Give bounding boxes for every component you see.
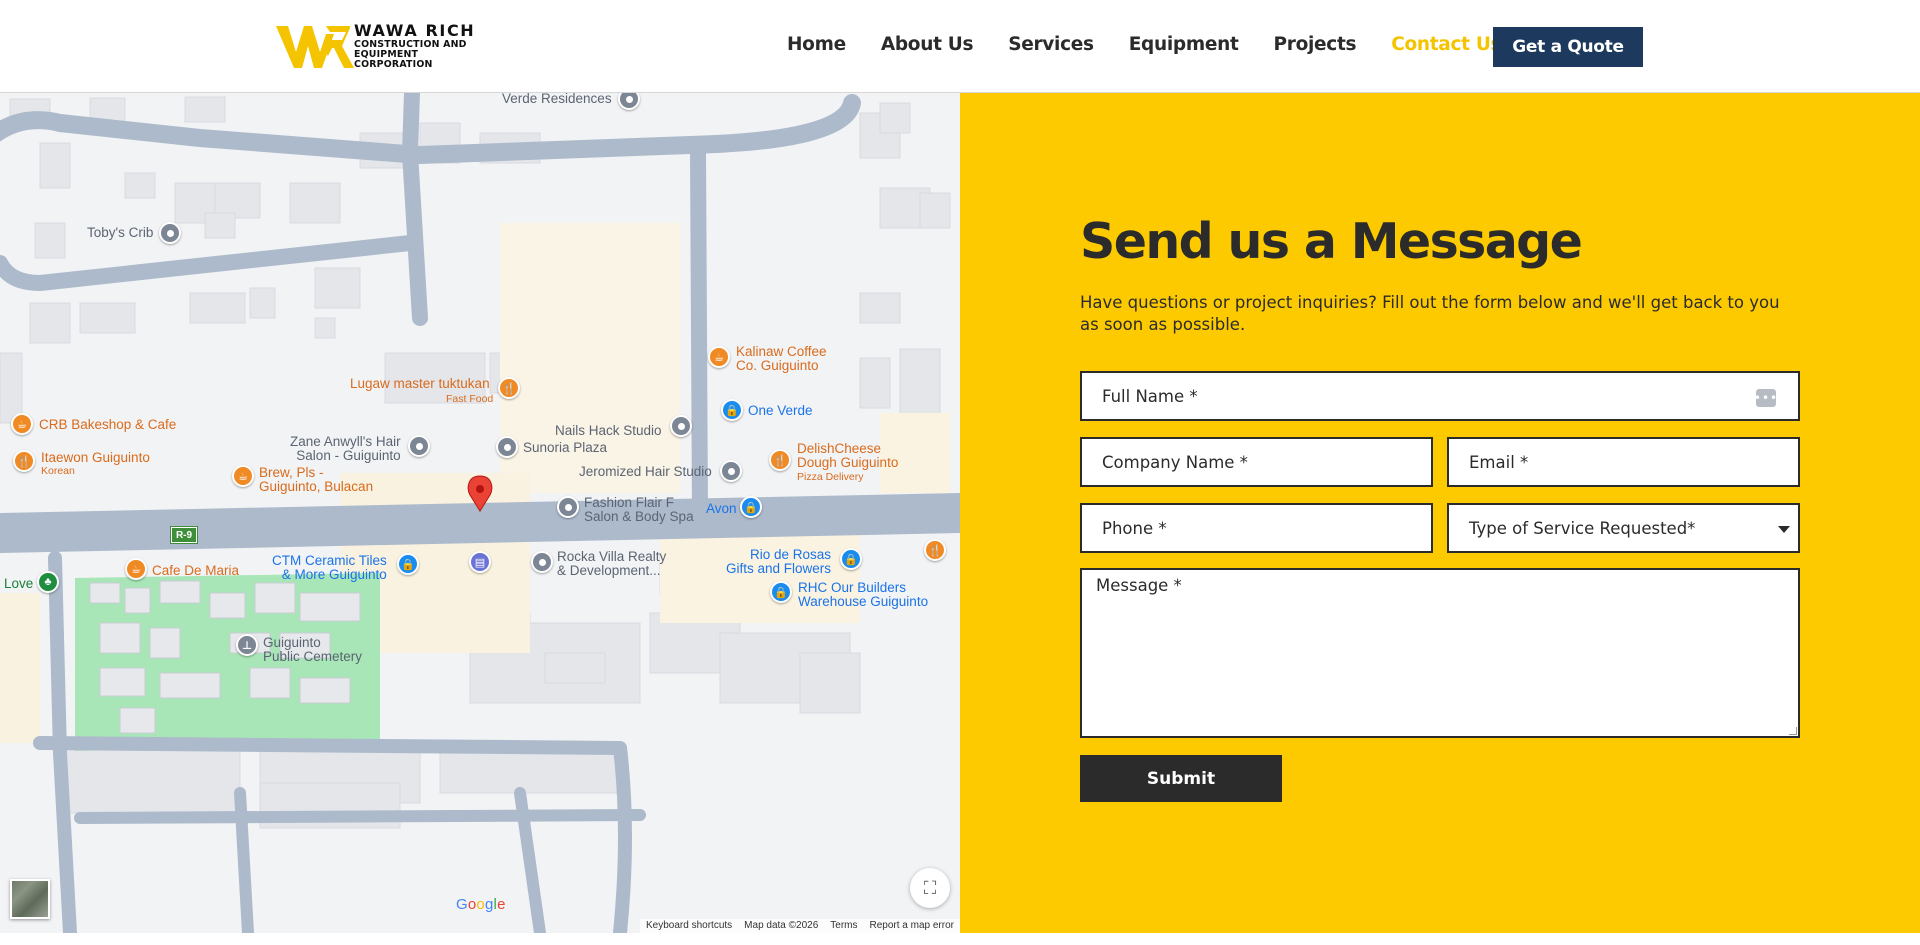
map-place-avon[interactable]: Avon: [706, 502, 737, 516]
place-marker-icon[interactable]: [557, 496, 579, 518]
restaurant-marker-icon[interactable]: 🍴: [924, 539, 946, 561]
main-nav: Home About Us Services Equipment Project…: [787, 34, 1502, 55]
cafe-marker-icon[interactable]: ☕: [125, 558, 147, 580]
map-fullscreen-button[interactable]: ⛶: [910, 868, 950, 908]
map-place-itaewon-category: Korean: [41, 465, 75, 477]
terms-link[interactable]: Terms: [830, 919, 857, 933]
shopping-marker-icon[interactable]: 🔒: [397, 553, 419, 575]
map-data-attribution: Map data ©2026: [744, 920, 819, 931]
report-map-error-link[interactable]: Report a map error: [870, 919, 954, 933]
page-bottom-edge: [0, 933, 1920, 945]
cafe-marker-icon[interactable]: ☕: [232, 465, 254, 487]
map-place-rocka-villa[interactable]: Rocka Villa Realty & Development...: [557, 550, 666, 578]
shopping-marker-icon[interactable]: 🔒: [740, 496, 762, 518]
nav-projects[interactable]: Projects: [1274, 34, 1357, 55]
company-name-field[interactable]: [1080, 437, 1433, 487]
map-place-delishcheese[interactable]: DelishCheese Dough Guiguinto: [797, 442, 898, 470]
place-marker-icon[interactable]: [159, 222, 181, 244]
phone-field[interactable]: [1080, 503, 1433, 553]
place-marker-icon[interactable]: [496, 436, 518, 458]
nav-services[interactable]: Services: [1008, 34, 1094, 55]
place-marker-icon[interactable]: [408, 435, 430, 457]
restaurant-marker-icon[interactable]: 🍴: [498, 377, 520, 399]
map-place-rhc-builders[interactable]: RHC Our Builders Warehouse Guiguinto: [798, 581, 928, 609]
business-marker-icon[interactable]: ▤: [469, 551, 491, 573]
submit-button[interactable]: Submit: [1080, 755, 1282, 802]
shopping-marker-icon[interactable]: 🔒: [840, 548, 862, 570]
map-place-itaewon[interactable]: Itaewon Guiguinto: [41, 451, 150, 465]
map-footer: Keyboard shortcuts Map data ©2026 Terms …: [640, 919, 960, 933]
map-place-zane-anwyll[interactable]: Zane Anwyll's Hair Salon - Guiguinto: [290, 435, 401, 463]
map-place-sunoria-plaza[interactable]: Sunoria Plaza: [523, 441, 607, 455]
autofill-icon[interactable]: •••: [1754, 389, 1777, 407]
brand-text: WAWA RICH CONSTRUCTION AND EQUIPMENT COR…: [354, 22, 490, 70]
restaurant-marker-icon[interactable]: 🍴: [769, 449, 791, 471]
wr-monogram-icon: [276, 26, 354, 68]
shopping-marker-icon[interactable]: 🔒: [721, 399, 743, 421]
map-place-guiguinto-cemetery[interactable]: Guiguinto Public Cemetery: [263, 636, 362, 664]
company-name-input[interactable]: [1102, 452, 1431, 472]
service-type-value: Type of Service Requested*: [1469, 518, 1696, 538]
nav-about-us[interactable]: About Us: [881, 34, 974, 55]
keyboard-shortcuts-link[interactable]: Keyboard shortcuts: [646, 919, 732, 933]
map-place-lugaw-category: Fast Food: [446, 393, 494, 405]
message-field[interactable]: [1080, 568, 1800, 738]
map-place-delishcheese-category: Pizza Delivery: [797, 471, 864, 483]
chevron-down-icon: [1778, 526, 1790, 533]
road-badge-r9: R-9: [170, 526, 198, 544]
expand-icon: ⛶: [923, 877, 937, 898]
resize-handle-icon[interactable]: [1789, 727, 1797, 735]
shopping-marker-icon[interactable]: 🔒: [770, 581, 792, 603]
map-place-brew-pls[interactable]: Brew, Pls - Guiguinto, Bulacan: [259, 466, 373, 494]
contact-form-panel: Send us a Message Have questions or proj…: [960, 93, 1920, 933]
nav-contact-us[interactable]: Contact Us: [1391, 34, 1501, 55]
map-place-jeromized[interactable]: Jeromized Hair Studio: [579, 465, 712, 479]
place-marker-icon[interactable]: [531, 551, 553, 573]
email-input[interactable]: [1469, 452, 1798, 472]
phone-input[interactable]: [1102, 518, 1431, 538]
map-place-rio-de-rosas[interactable]: Rio de Rosas Gifts and Flowers: [726, 548, 831, 576]
nav-equipment[interactable]: Equipment: [1129, 34, 1239, 55]
map-place-nails-hack[interactable]: Nails Hack Studio: [555, 424, 662, 438]
restaurant-marker-icon[interactable]: 🍴: [13, 450, 35, 472]
get-a-quote-button[interactable]: Get a Quote: [1493, 27, 1643, 67]
map-place-tobys-crib[interactable]: Toby's Crib: [87, 226, 153, 240]
map-place-cafe-de-maria[interactable]: Cafe De Maria: [152, 564, 239, 578]
map-place-kalinaw-coffee[interactable]: Kalinaw Coffee Co. Guiguinto: [736, 345, 827, 373]
form-title: Send us a Message: [1080, 213, 1583, 270]
message-textarea[interactable]: [1082, 570, 1798, 736]
brand-logo[interactable]: WAWA RICH CONSTRUCTION AND EQUIPMENT COR…: [276, 20, 496, 72]
cafe-marker-icon[interactable]: ☕: [11, 413, 33, 435]
email-field[interactable]: [1447, 437, 1800, 487]
form-description: Have questions or project inquiries? Fil…: [1080, 293, 1780, 334]
map-place-ctm-ceramic[interactable]: CTM Ceramic Tiles & More Guiguinto: [272, 554, 387, 582]
map-roads: [0, 93, 960, 933]
brand-subtitle: CONSTRUCTION AND EQUIPMENT CORPORATION: [354, 39, 467, 70]
map-satellite-toggle[interactable]: [10, 879, 50, 919]
cemetery-marker-icon[interactable]: ⊥: [236, 634, 258, 656]
place-marker-icon[interactable]: [720, 460, 742, 482]
google-logo: Google: [456, 896, 506, 913]
park-marker-icon[interactable]: ♣: [37, 571, 59, 593]
site-header: WAWA RICH CONSTRUCTION AND EQUIPMENT COR…: [0, 0, 1920, 93]
map-place-love[interactable]: Love: [4, 577, 33, 591]
map-place-crb-bakeshop[interactable]: CRB Bakeshop & Cafe: [39, 418, 176, 432]
nav-home[interactable]: Home: [787, 34, 846, 55]
map-place-one-verde[interactable]: One Verde: [748, 404, 813, 418]
brand-title: WAWA RICH: [354, 21, 476, 40]
embedded-map[interactable]: Verde Residences Toby's Crib ☕ Kalinaw C…: [0, 93, 960, 933]
place-marker-icon[interactable]: [670, 415, 692, 437]
map-place-fashion-flair[interactable]: Fashion Flair F Salon & Body Spa: [584, 496, 694, 524]
full-name-input[interactable]: [1102, 386, 1798, 406]
cafe-marker-icon[interactable]: ☕: [708, 346, 730, 368]
map-place-lugaw-master[interactable]: Lugaw master tuktukan: [350, 377, 490, 391]
map-place-verde-residences[interactable]: Verde Residences: [502, 93, 612, 106]
service-type-select[interactable]: Type of Service Requested*: [1447, 503, 1800, 553]
full-name-field[interactable]: •••: [1080, 371, 1800, 421]
